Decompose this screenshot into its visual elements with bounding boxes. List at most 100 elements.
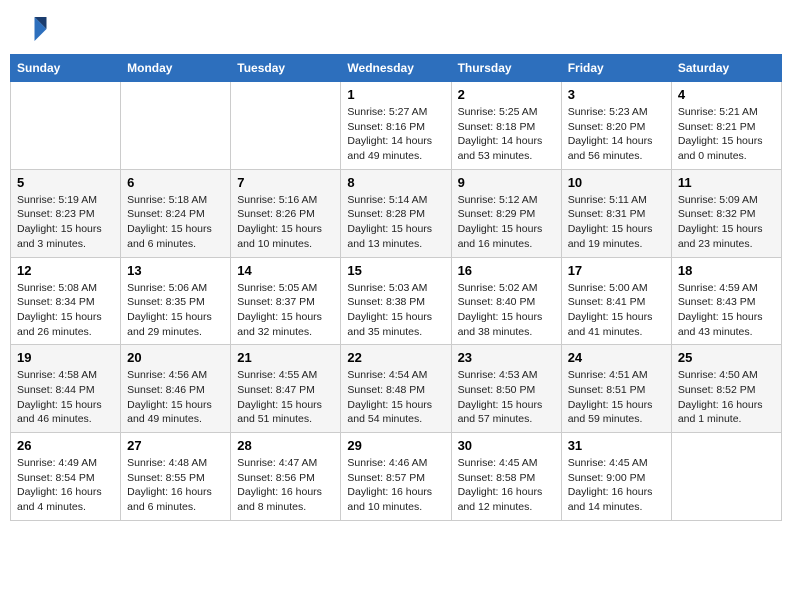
day-number: 8 xyxy=(347,175,444,190)
day-number: 1 xyxy=(347,87,444,102)
day-number: 7 xyxy=(237,175,334,190)
day-number: 31 xyxy=(568,438,665,453)
day-number: 24 xyxy=(568,350,665,365)
calendar-cell: 28Sunrise: 4:47 AMSunset: 8:56 PMDayligh… xyxy=(231,433,341,521)
week-row-1: 1Sunrise: 5:27 AMSunset: 8:16 PMDaylight… xyxy=(11,82,782,170)
weekday-sunday: Sunday xyxy=(11,55,121,82)
logo-icon xyxy=(18,14,48,44)
calendar-cell xyxy=(671,433,781,521)
day-number: 10 xyxy=(568,175,665,190)
calendar-cell: 16 Sunrise: 5:02 AMSunset: 8:40 PMDayligh… xyxy=(451,257,561,345)
day-number: 25 xyxy=(678,350,775,365)
day-number: 6 xyxy=(127,175,224,190)
day-info: Sunrise: 4:45 AMSunset: 8:58 PMDaylight:… xyxy=(458,456,555,515)
calendar-cell: 17 Sunrise: 5:00 AMSunset: 8:41 PMDayligh… xyxy=(561,257,671,345)
day-info: Sunrise: 5:19 AMSunset: 8:23 PMDaylight:… xyxy=(17,193,114,252)
weekday-thursday: Thursday xyxy=(451,55,561,82)
calendar-cell: 27 Sunrise: 4:48 AMSunset: 8:55 PMDayligh… xyxy=(121,433,231,521)
day-number: 13 xyxy=(127,263,224,278)
day-number: 19 xyxy=(17,350,114,365)
day-number: 22 xyxy=(347,350,444,365)
day-info: Sunrise: 4:54 AMSunset: 8:48 PMDaylight:… xyxy=(347,368,444,427)
calendar-cell: 7Sunrise: 5:16 AMSunset: 8:26 PMDaylight… xyxy=(231,169,341,257)
weekday-wednesday: Wednesday xyxy=(341,55,451,82)
calendar-cell: 13 Sunrise: 5:06 AMSunset: 8:35 PMDayligh… xyxy=(121,257,231,345)
day-info: Sunrise: 4:56 AMSunset: 8:46 PMDaylight:… xyxy=(127,368,224,427)
day-number: 21 xyxy=(237,350,334,365)
calendar-cell: 6 Sunrise: 5:18 AMSunset: 8:24 PMDaylight… xyxy=(121,169,231,257)
day-number: 12 xyxy=(17,263,114,278)
day-info: Sunrise: 5:05 AMSunset: 8:37 PMDaylight:… xyxy=(237,281,334,340)
day-info: Sunrise: 4:48 AMSunset: 8:55 PMDaylight:… xyxy=(127,456,224,515)
day-number: 17 xyxy=(568,263,665,278)
week-row-5: 26 Sunrise: 4:49 AMSunset: 8:54 PMDayligh… xyxy=(11,433,782,521)
calendar-cell: 22 Sunrise: 4:54 AMSunset: 8:48 PMDayligh… xyxy=(341,345,451,433)
day-info: Sunrise: 5:21 AMSunset: 8:21 PMDaylight:… xyxy=(678,105,775,164)
day-number: 4 xyxy=(678,87,775,102)
day-info: Sunrise: 4:50 AMSunset: 8:52 PMDaylight:… xyxy=(678,368,775,427)
day-info: Sunrise: 5:00 AMSunset: 8:41 PMDaylight:… xyxy=(568,281,665,340)
week-row-2: 5 Sunrise: 5:19 AMSunset: 8:23 PMDaylight… xyxy=(11,169,782,257)
calendar-cell: 29 Sunrise: 4:46 AMSunset: 8:57 PMDayligh… xyxy=(341,433,451,521)
weekday-friday: Friday xyxy=(561,55,671,82)
day-number: 18 xyxy=(678,263,775,278)
calendar-cell: 4 Sunrise: 5:21 AMSunset: 8:21 PMDaylight… xyxy=(671,82,781,170)
day-info: Sunrise: 5:09 AMSunset: 8:32 PMDaylight:… xyxy=(678,193,775,252)
day-number: 2 xyxy=(458,87,555,102)
calendar-cell: 10 Sunrise: 5:11 AMSunset: 8:31 PMDayligh… xyxy=(561,169,671,257)
calendar-cell xyxy=(11,82,121,170)
day-info: Sunrise: 4:49 AMSunset: 8:54 PMDaylight:… xyxy=(17,456,114,515)
day-info: Sunrise: 4:58 AMSunset: 8:44 PMDaylight:… xyxy=(17,368,114,427)
day-info: Sunrise: 5:08 AMSunset: 8:34 PMDaylight:… xyxy=(17,281,114,340)
calendar-cell: 23 Sunrise: 4:53 AMSunset: 8:50 PMDayligh… xyxy=(451,345,561,433)
weekday-header-row: SundayMondayTuesdayWednesdayThursdayFrid… xyxy=(11,55,782,82)
day-number: 23 xyxy=(458,350,555,365)
day-info: Sunrise: 5:06 AMSunset: 8:35 PMDaylight:… xyxy=(127,281,224,340)
day-info: Sunrise: 5:11 AMSunset: 8:31 PMDaylight:… xyxy=(568,193,665,252)
calendar-cell: 12 Sunrise: 5:08 AMSunset: 8:34 PMDayligh… xyxy=(11,257,121,345)
day-info: Sunrise: 5:03 AMSunset: 8:38 PMDaylight:… xyxy=(347,281,444,340)
day-info: Sunrise: 4:45 AMSunset: 9:00 PMDaylight:… xyxy=(568,456,665,515)
day-info: Sunrise: 4:55 AMSunset: 8:47 PMDaylight:… xyxy=(237,368,334,427)
day-info: Sunrise: 4:46 AMSunset: 8:57 PMDaylight:… xyxy=(347,456,444,515)
weekday-monday: Monday xyxy=(121,55,231,82)
calendar-cell: 2 Sunrise: 5:25 AMSunset: 8:18 PMDaylight… xyxy=(451,82,561,170)
day-number: 28 xyxy=(237,438,334,453)
day-number: 26 xyxy=(17,438,114,453)
calendar-cell: 15Sunrise: 5:03 AMSunset: 8:38 PMDayligh… xyxy=(341,257,451,345)
calendar-cell: 21 Sunrise: 4:55 AMSunset: 8:47 PMDayligh… xyxy=(231,345,341,433)
day-number: 30 xyxy=(458,438,555,453)
day-number: 9 xyxy=(458,175,555,190)
day-number: 5 xyxy=(17,175,114,190)
calendar-cell: 3Sunrise: 5:23 AMSunset: 8:20 PMDaylight… xyxy=(561,82,671,170)
page-header xyxy=(10,10,782,48)
day-info: Sunrise: 5:18 AMSunset: 8:24 PMDaylight:… xyxy=(127,193,224,252)
calendar-cell: 5 Sunrise: 5:19 AMSunset: 8:23 PMDaylight… xyxy=(11,169,121,257)
calendar-cell: 1Sunrise: 5:27 AMSunset: 8:16 PMDaylight… xyxy=(341,82,451,170)
day-info: Sunrise: 5:25 AMSunset: 8:18 PMDaylight:… xyxy=(458,105,555,164)
logo xyxy=(18,14,52,44)
calendar-cell: 11 Sunrise: 5:09 AMSunset: 8:32 PMDayligh… xyxy=(671,169,781,257)
calendar-table: SundayMondayTuesdayWednesdayThursdayFrid… xyxy=(10,54,782,521)
calendar-cell xyxy=(231,82,341,170)
day-number: 16 xyxy=(458,263,555,278)
day-info: Sunrise: 4:51 AMSunset: 8:51 PMDaylight:… xyxy=(568,368,665,427)
calendar-cell: 30 Sunrise: 4:45 AMSunset: 8:58 PMDayligh… xyxy=(451,433,561,521)
calendar-cell: 31 Sunrise: 4:45 AMSunset: 9:00 PMDayligh… xyxy=(561,433,671,521)
day-number: 11 xyxy=(678,175,775,190)
day-info: Sunrise: 4:53 AMSunset: 8:50 PMDaylight:… xyxy=(458,368,555,427)
calendar-cell: 8 Sunrise: 5:14 AMSunset: 8:28 PMDaylight… xyxy=(341,169,451,257)
weekday-tuesday: Tuesday xyxy=(231,55,341,82)
day-info: Sunrise: 4:59 AMSunset: 8:43 PMDaylight:… xyxy=(678,281,775,340)
calendar-cell xyxy=(121,82,231,170)
day-info: Sunrise: 5:02 AMSunset: 8:40 PMDaylight:… xyxy=(458,281,555,340)
day-info: Sunrise: 5:12 AMSunset: 8:29 PMDaylight:… xyxy=(458,193,555,252)
calendar-cell: 20Sunrise: 4:56 AMSunset: 8:46 PMDayligh… xyxy=(121,345,231,433)
day-number: 14 xyxy=(237,263,334,278)
day-number: 3 xyxy=(568,87,665,102)
day-number: 27 xyxy=(127,438,224,453)
calendar-cell: 25 Sunrise: 4:50 AMSunset: 8:52 PMDayligh… xyxy=(671,345,781,433)
calendar-cell: 18 Sunrise: 4:59 AMSunset: 8:43 PMDayligh… xyxy=(671,257,781,345)
day-info: Sunrise: 5:14 AMSunset: 8:28 PMDaylight:… xyxy=(347,193,444,252)
day-number: 29 xyxy=(347,438,444,453)
